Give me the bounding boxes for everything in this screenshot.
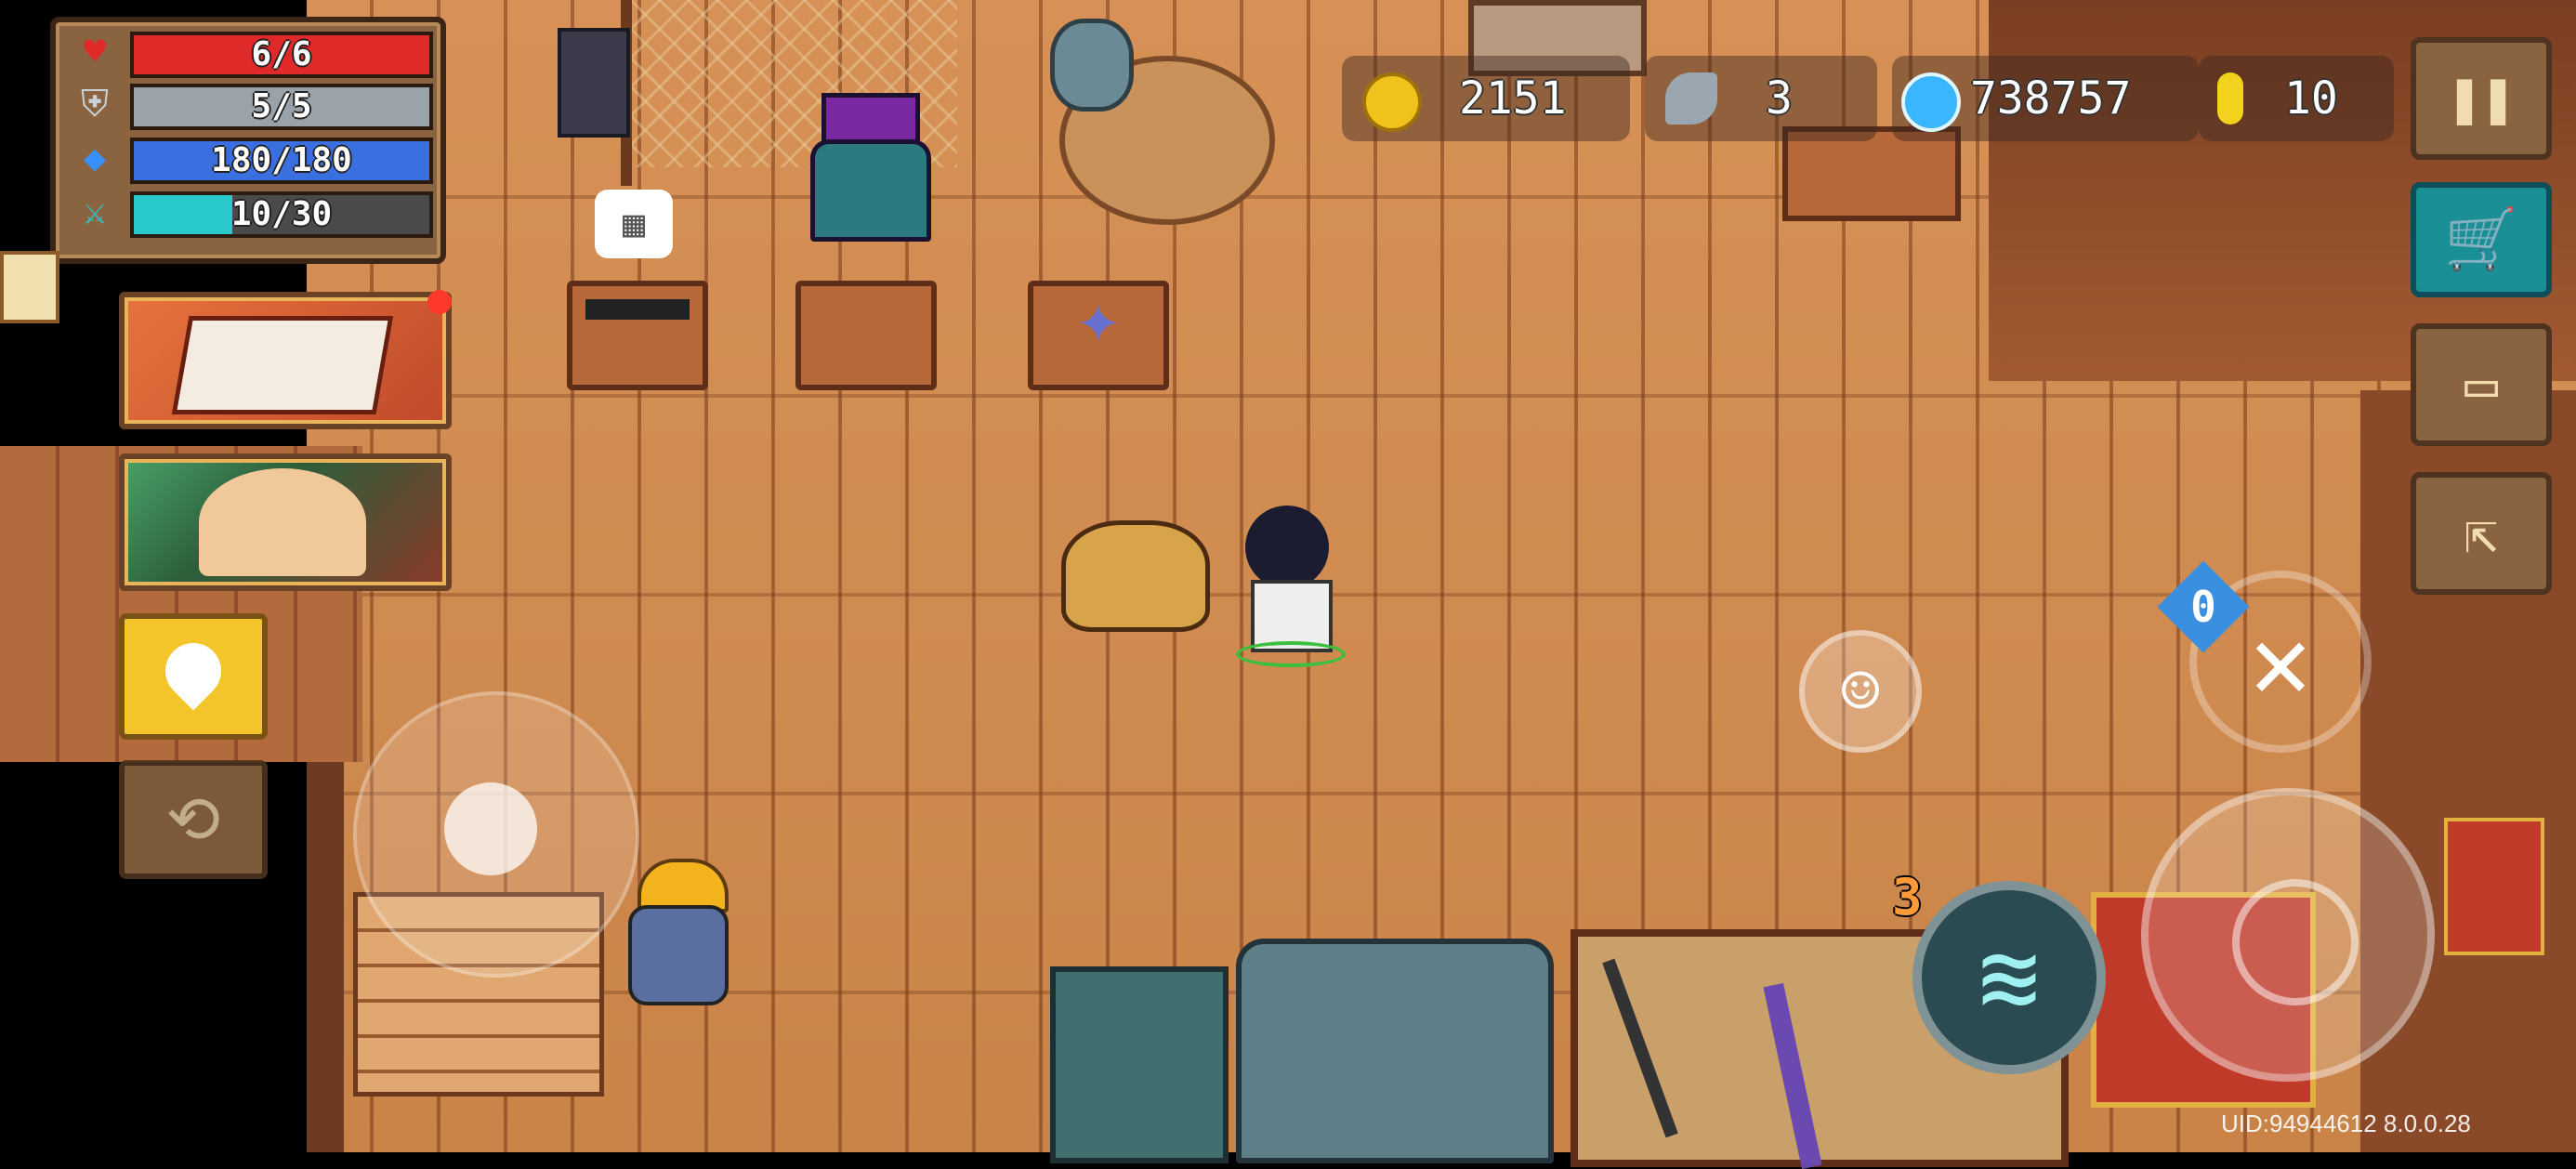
fish-value: 3 <box>1766 72 1793 125</box>
skill-bar: 10/30 <box>130 191 433 238</box>
gem-icon <box>1901 72 1961 132</box>
red-banner <box>2444 818 2544 955</box>
profile-button[interactable]: ▭ <box>2411 323 2552 446</box>
shop-button[interactable]: 🛒 <box>2411 182 2552 297</box>
item-shuriken[interactable]: ✦ <box>1061 281 1136 355</box>
merchant-npc[interactable] <box>810 93 931 242</box>
fish-icon <box>1665 72 1717 125</box>
player-hair <box>1245 506 1329 589</box>
claw-skill-icon: ≋ <box>1978 918 2041 1037</box>
profile-card-icon: ▭ <box>2464 352 2499 417</box>
crosshair-icon <box>2232 879 2359 1005</box>
token-counter: 10 <box>2199 56 2394 141</box>
weapon-mace[interactable] <box>1602 958 1678 1138</box>
weapon-energy-cost: 0 <box>2190 582 2216 632</box>
shop-table-2[interactable] <box>795 281 937 390</box>
player-shadow <box>1236 641 1346 667</box>
gold-coin-icon <box>1362 72 1422 132</box>
location-pin-icon <box>153 631 233 711</box>
heart-icon: ♥ <box>83 31 107 73</box>
location-button[interactable] <box>119 613 268 740</box>
status-panel: ♥ 6/6 ⛨ 5/5 ◆ 180/180 ⚔ 10/30 <box>50 17 446 264</box>
quest-scroll-icon[interactable] <box>0 251 59 323</box>
calendar-icon <box>171 316 394 414</box>
exit-icon: ⇱ <box>2464 501 2499 566</box>
hp-label: 6/6 <box>251 35 312 73</box>
gem-counter: 738757 <box>1892 56 2199 141</box>
left-railing <box>307 762 344 1152</box>
event-banner-button[interactable] <box>119 453 452 591</box>
uid-label: UID:94944612 8.0.0.28 <box>2221 1110 2471 1137</box>
sword-icon: ⚔ <box>83 190 107 233</box>
hp-bar: 6/6 <box>130 32 433 78</box>
chat-bubble-icon[interactable]: ▦ <box>595 190 673 258</box>
cart-icon: 🛒 <box>2444 205 2518 274</box>
exit-button[interactable]: ⇱ <box>2411 472 2552 595</box>
merchant-cloak <box>810 139 931 242</box>
event-hero-portrait <box>199 468 366 576</box>
energy-bar: 180/180 <box>130 138 433 184</box>
token-value: 10 <box>2284 72 2338 125</box>
skill-button[interactable]: ≋ <box>1912 881 2106 1074</box>
swap-character-button[interactable]: ⟲ <box>119 760 268 879</box>
skill-label: 10/30 <box>230 195 333 233</box>
attack-button[interactable] <box>2141 788 2435 1082</box>
player-character <box>1217 478 1357 667</box>
shop-table-1[interactable] <box>567 281 708 390</box>
smile-icon: ☺ <box>1840 653 1881 729</box>
item-gun[interactable] <box>585 299 690 320</box>
forge-station[interactable] <box>1050 966 1229 1163</box>
engineer-body <box>628 905 729 1005</box>
weapon-sword[interactable] <box>1763 982 1822 1169</box>
energy-label: 180/180 <box>211 141 352 179</box>
emote-button[interactable]: ☺ <box>1799 630 1922 753</box>
fish-counter: 3 <box>1645 56 1877 141</box>
anvil[interactable] <box>1236 939 1554 1163</box>
joystick-knob[interactable] <box>444 782 537 875</box>
token-icon <box>2217 72 2243 125</box>
vase <box>1050 19 1134 112</box>
gold-value: 2151 <box>1459 72 1567 125</box>
pause-icon: ❚❚ <box>2447 66 2516 131</box>
gem-value: 738757 <box>1970 72 2132 125</box>
pet-lion <box>1061 520 1210 632</box>
swap-icon: ⟲ <box>165 782 221 858</box>
dark-armor-npc[interactable] <box>558 28 630 138</box>
diamond-icon: ◆ <box>83 137 107 179</box>
gold-counter: 2151 <box>1342 56 1630 141</box>
shop-table-3[interactable]: ✦ <box>1028 281 1169 390</box>
skill-charges: 3 <box>1892 868 1923 926</box>
notification-dot <box>427 290 452 314</box>
shield-icon: ⛨ <box>81 83 109 125</box>
armor-bar: 5/5 <box>130 84 433 130</box>
pause-button[interactable]: ❚❚ <box>2411 37 2552 160</box>
armor-label: 5/5 <box>251 87 312 125</box>
daily-calendar-button[interactable] <box>119 290 452 429</box>
